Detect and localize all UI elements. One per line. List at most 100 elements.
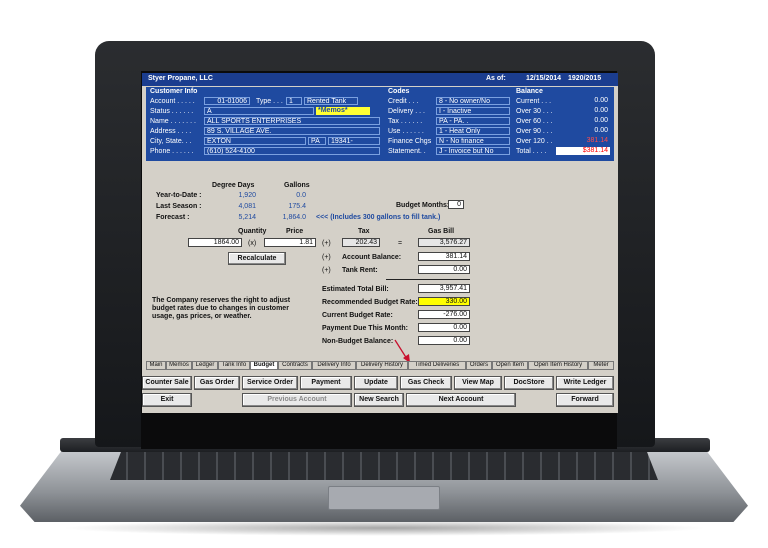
forecast-label: Forecast : [156, 214, 190, 221]
balance-over-90: 0.00 [594, 127, 608, 134]
tab-ledger[interactable]: Ledger [192, 361, 218, 370]
tank-rent-value: 0.00 [418, 265, 470, 274]
new-search-button[interactable]: New Search [354, 393, 404, 407]
recommended-rate-label: Recommended Budget Rate: [322, 299, 418, 306]
code-credit-field[interactable]: 8 - No owner/No [436, 97, 510, 105]
type-label: Type . . . [256, 98, 283, 105]
service-order-button[interactable]: Service Order [242, 376, 298, 390]
last-gallons: 175.4 [288, 203, 306, 210]
code-label: Delivery . . . [388, 108, 425, 115]
plus-symbol: (+) [322, 254, 331, 261]
payment-due-value: 0.00 [418, 323, 470, 332]
quantity-input[interactable]: 1864.00 [188, 238, 242, 247]
customer-info-title: Customer Info [150, 88, 198, 95]
budget-months-input[interactable]: 0 [448, 200, 464, 209]
account-field[interactable]: 01-01006 [204, 97, 250, 105]
name-field[interactable]: ALL SPORTS ENTERPRISES [204, 117, 380, 125]
forecast-degree-days: 5,214 [238, 214, 256, 221]
view-map-button[interactable]: View Map [454, 376, 502, 390]
balance-label: Over 120 . . [516, 138, 553, 145]
current-rate-value[interactable]: -276.00 [418, 310, 470, 319]
sum-divider [386, 279, 470, 280]
laptop-keyboard [110, 452, 658, 480]
code-finance-field[interactable]: N - No finance [436, 137, 510, 145]
ytd-gallons: 0.0 [296, 192, 306, 199]
code-delivery-field[interactable]: I - Inactive [436, 107, 510, 115]
est-total-label: Estimated Total Bill: [322, 286, 389, 293]
exit-button[interactable]: Exit [142, 393, 192, 407]
tab-delivery-info[interactable]: Delivery Info [312, 361, 356, 370]
account-balance-value: 381.14 [418, 252, 470, 261]
recommended-rate-value: 330.00 [418, 297, 470, 306]
code-label: Credit . . . [388, 98, 419, 105]
zip-field[interactable]: 19341- [328, 137, 380, 145]
budget-disclaimer: The Company reserves the right to adjust… [152, 297, 291, 320]
state-field[interactable]: PA [308, 137, 326, 145]
customer-panel: Customer Info Account . . . . . 01-01006… [146, 87, 614, 161]
gas-order-button[interactable]: Gas Order [194, 376, 240, 390]
status-field[interactable]: A [204, 107, 314, 115]
action-row-1: Counter Sale Gas Order Service Order Pay… [142, 376, 618, 391]
balance-label: Over 60 . . . [516, 118, 553, 125]
recalculate-button[interactable]: Recalculate [228, 252, 286, 265]
previous-account-button[interactable]: Previous Account [242, 393, 352, 407]
city-field[interactable]: EXTON [204, 137, 306, 145]
tab-tank-info[interactable]: Tank Info [218, 361, 250, 370]
code-label: Statement. . [388, 148, 426, 155]
title-bar: Styer Propane, LLC As of: 12/15/2014 192… [142, 73, 618, 86]
payment-button[interactable]: Payment [300, 376, 352, 390]
non-budget-label: Non-Budget Balance: [322, 338, 394, 345]
tab-budget[interactable]: Budget [250, 361, 278, 370]
tab-orders[interactable]: Orders [466, 361, 492, 370]
current-rate-label: Current Budget Rate: [322, 312, 393, 319]
action-row-2: Exit Previous Account New Search Next Ac… [142, 393, 618, 408]
gas-bill-value: 3,576.27 [418, 238, 470, 247]
code-tax-field[interactable]: PA - PA. . [436, 117, 510, 125]
phone-label: Phone . . . . . . [150, 148, 194, 155]
tab-strip: Main Memos Ledger Tank Info Budget Contr… [146, 361, 614, 370]
tab-memos[interactable]: Memos [166, 361, 192, 370]
code-label: Tax . . . . . . [388, 118, 423, 125]
tab-main[interactable]: Main [146, 361, 166, 370]
tab-meter[interactable]: Meter [588, 361, 614, 370]
budget-months-label: Budget Months: [396, 202, 450, 209]
counter-sale-button[interactable]: Counter Sale [142, 376, 192, 390]
balance-total: $381.14 [556, 147, 610, 155]
tab-delivery-history[interactable]: Delivery History [356, 361, 408, 370]
next-account-button[interactable]: Next Account [406, 393, 516, 407]
update-button[interactable]: Update [354, 376, 398, 390]
write-ledger-button[interactable]: Write Ledger [556, 376, 614, 390]
app-screen: Styer Propane, LLC As of: 12/15/2014 192… [142, 73, 618, 413]
balance-over-120: 381.14 [586, 137, 608, 144]
balance-over-30: 0.00 [594, 107, 608, 114]
balance-over-60: 0.00 [594, 117, 608, 124]
code-statement-field[interactable]: J - Invoice but No [436, 147, 510, 155]
forecast-note: <<< (Includes 300 gallons to fill tank.) [316, 214, 441, 221]
docstore-button[interactable]: DocStore [504, 376, 554, 390]
city-label: City, State. . . [150, 138, 192, 145]
balance-title: Balance [516, 88, 543, 95]
tab-open-item-history[interactable]: Open Item History [528, 361, 588, 370]
phone-field[interactable]: (610) 524-4100 [204, 147, 380, 155]
as-of-label: As of: [486, 75, 506, 82]
code-use-field[interactable]: 1 - Heat Only [436, 127, 510, 135]
memos-badge[interactable]: *Memos* [316, 107, 370, 115]
type-name-field[interactable]: Rented Tank [304, 97, 358, 105]
budget-panel: Degree Days Gallons Year-to-Date : 1,920… [146, 169, 614, 355]
tab-contracts[interactable]: Contracts [278, 361, 312, 370]
name-label: Name . . . . . . . [150, 118, 196, 125]
equals-symbol: = [398, 240, 403, 247]
multiply-symbol: (x) [248, 240, 257, 247]
address-field[interactable]: 89 S. VILLAGE AVE. [204, 127, 380, 135]
ytd-label: Year-to-Date : [156, 192, 202, 199]
type-code-field[interactable]: 1 [286, 97, 302, 105]
account-label: Account . . . . . [150, 98, 195, 105]
balance-label: Current . . . [516, 98, 552, 105]
tab-timed-deliveries[interactable]: Timed Deliveries [408, 361, 466, 370]
gas-check-button[interactable]: Gas Check [400, 376, 452, 390]
tab-open-item[interactable]: Open Item [492, 361, 528, 370]
non-budget-value: 0.00 [418, 336, 470, 345]
forward-button[interactable]: Forward [556, 393, 614, 407]
price-input[interactable]: 1.81 [264, 238, 316, 247]
degree-days-header: Degree Days [212, 182, 255, 189]
